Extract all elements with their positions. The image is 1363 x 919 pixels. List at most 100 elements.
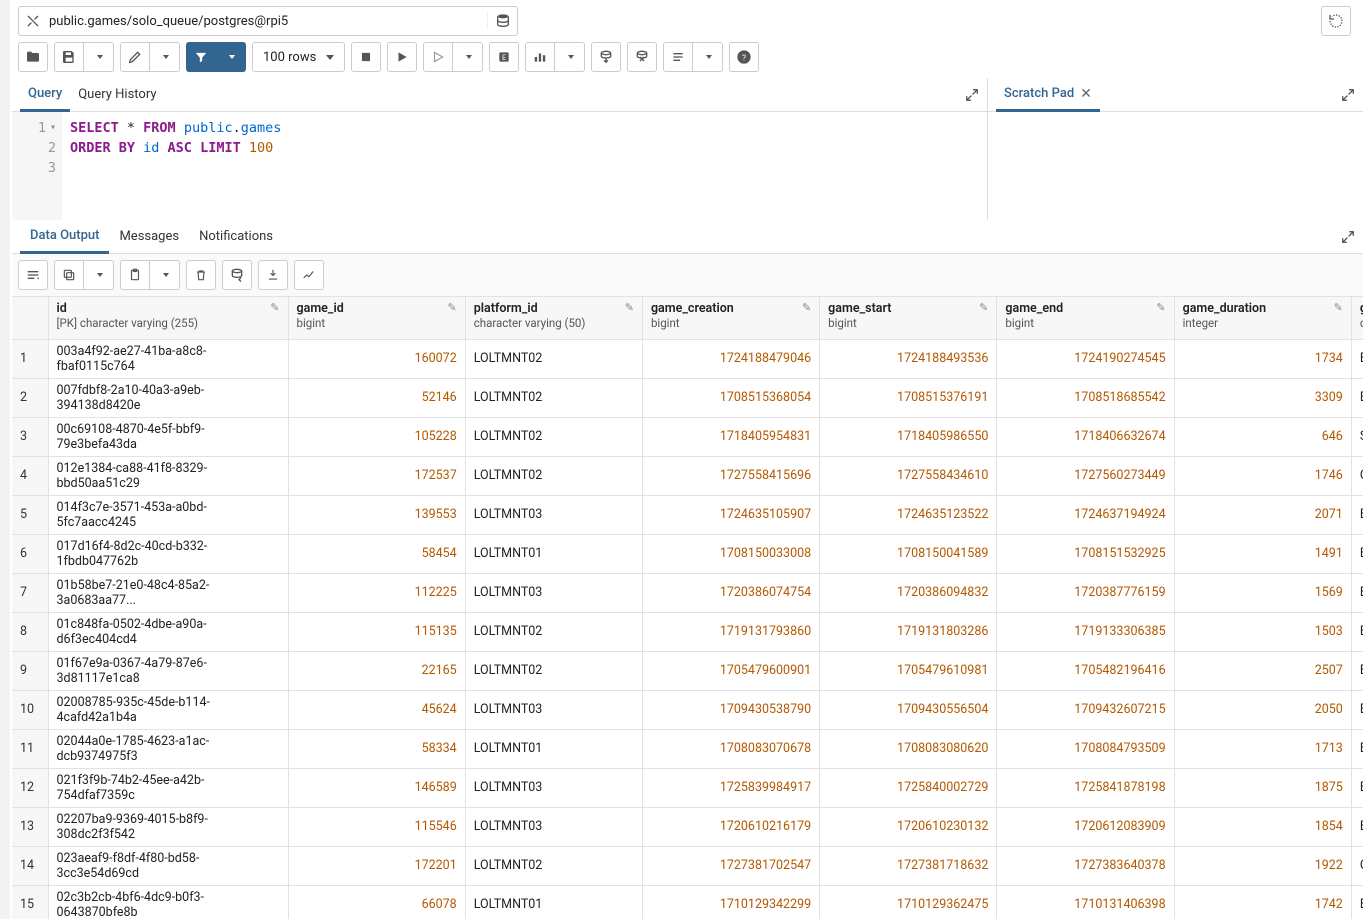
cell[interactable]: LOLTMNT01	[465, 729, 642, 768]
cell[interactable]: 58334	[288, 729, 465, 768]
row-number-cell[interactable]: 15	[12, 885, 48, 919]
cell[interactable]: 115135	[288, 612, 465, 651]
edit-column-icon[interactable]: ✎	[802, 301, 811, 314]
cell[interactable]: 1718405986550	[820, 417, 997, 456]
save-data-button[interactable]	[222, 260, 252, 290]
row-number-cell[interactable]: 12	[12, 768, 48, 807]
cell[interactable]: 172201	[288, 846, 465, 885]
cell[interactable]: 1727381702547	[642, 846, 819, 885]
cell[interactable]: 172537	[288, 456, 465, 495]
sql-editor[interactable]: 1▾ 2 3 SELECT * FROM public.games ORDER …	[12, 112, 987, 220]
row-number-cell[interactable]: 14	[12, 846, 48, 885]
cell[interactable]: LOLTMNT03	[465, 807, 642, 846]
cell[interactable]: 646	[1174, 417, 1351, 456]
column-header-game_creation[interactable]: game_creationbigint✎	[642, 297, 819, 339]
explain-analyze-button[interactable]	[525, 42, 555, 72]
edit-column-icon[interactable]: ✎	[448, 301, 457, 314]
column-header-id[interactable]: id[PK] character varying (255)✎	[48, 297, 288, 339]
cell[interactable]: 1727558434610	[820, 456, 997, 495]
execute-cursor-button[interactable]	[423, 42, 453, 72]
cell[interactable]: 1503	[1174, 612, 1351, 651]
table-row[interactable]: 14023aeaf9-f8df-4f80-bd58-3cc3e54d69cd17…	[12, 846, 1363, 885]
delete-row-button[interactable]	[186, 260, 216, 290]
table-row[interactable]: 1502c3b2cb-4bf6-4dc9-b0f3-0643870bfe8b66…	[12, 885, 1363, 919]
edit-column-icon[interactable]: ✎	[625, 301, 634, 314]
cell[interactable]: 1720612083909	[997, 807, 1174, 846]
cell[interactable]: 66078	[288, 885, 465, 919]
cell[interactable]: 160072	[288, 339, 465, 378]
row-number-cell[interactable]: 7	[12, 573, 48, 612]
cell[interactable]: ESPORTS	[1351, 729, 1363, 768]
row-number-cell[interactable]: 5	[12, 495, 48, 534]
tab-notifications[interactable]: Notifications	[189, 220, 283, 254]
explain-analyze-dropdown-button[interactable]	[555, 42, 585, 72]
cell[interactable]: 02c3b2cb-4bf6-4dc9-b0f3-0643870bfe8b	[48, 885, 288, 919]
cell[interactable]: LOLTMNT02	[465, 378, 642, 417]
cell[interactable]: 105228	[288, 417, 465, 456]
graph-button[interactable]	[294, 260, 324, 290]
tab-messages[interactable]: Messages	[109, 220, 189, 254]
cell[interactable]: LOLTMNT02	[465, 612, 642, 651]
table-row[interactable]: 1002008785-935c-45de-b114-4cafd42a1b4a45…	[12, 690, 1363, 729]
cell[interactable]: 1725839984917	[642, 768, 819, 807]
execute-dropdown-button[interactable]	[453, 42, 483, 72]
cell[interactable]: 146589	[288, 768, 465, 807]
cell[interactable]: 014f3c7e-3571-453a-a0bd-5fc7aacc4245	[48, 495, 288, 534]
close-icon[interactable]: ✕	[1080, 86, 1092, 102]
sidebar-collapsed[interactable]	[0, 0, 10, 919]
cell[interactable]: 1708151532925	[997, 534, 1174, 573]
edit-button[interactable]	[120, 42, 150, 72]
row-number-cell[interactable]: 11	[12, 729, 48, 768]
cell[interactable]: 007fdbf8-2a10-40a3-a9eb-394138d8420e	[48, 378, 288, 417]
cell[interactable]: ESPORTS	[1351, 339, 1363, 378]
edit-column-icon[interactable]: ✎	[979, 301, 988, 314]
cell[interactable]: 1727381718632	[820, 846, 997, 885]
cell[interactable]: SCRIM	[1351, 417, 1363, 456]
column-header-platform_id[interactable]: platform_idcharacter varying (50)✎	[465, 297, 642, 339]
cell[interactable]: ESPORTS	[1351, 612, 1363, 651]
cell[interactable]: 1724188479046	[642, 339, 819, 378]
cell[interactable]: 1491	[1174, 534, 1351, 573]
cell[interactable]: LOLTMNT02	[465, 846, 642, 885]
row-number-cell[interactable]: 6	[12, 534, 48, 573]
cell[interactable]: 1718406632674	[997, 417, 1174, 456]
table-row[interactable]: 6017d16f4-8d2c-40cd-b332-1fbdb047762b584…	[12, 534, 1363, 573]
cell[interactable]: 012e1384-ca88-41f8-8329-bbd50aa51c29	[48, 456, 288, 495]
filter-button[interactable]	[186, 42, 216, 72]
cell[interactable]: 1708150033008	[642, 534, 819, 573]
table-row[interactable]: 300c69108-4870-4e5f-bbf9-79e3befa43da105…	[12, 417, 1363, 456]
cell[interactable]: LOLTMNT03	[465, 768, 642, 807]
cell[interactable]: 1709430556504	[820, 690, 997, 729]
tab-query[interactable]: Query	[20, 78, 70, 112]
execute-button[interactable]	[387, 42, 417, 72]
cell[interactable]: ESPORTS	[1351, 690, 1363, 729]
cell[interactable]: ESPORTS	[1351, 885, 1363, 919]
cell[interactable]: 1708518685542	[997, 378, 1174, 417]
cell[interactable]: COMPETITIVE	[1351, 456, 1363, 495]
cell[interactable]: LOLTMNT01	[465, 534, 642, 573]
cell[interactable]: 112225	[288, 573, 465, 612]
cell[interactable]: 01f67e9a-0367-4a79-87e6-3d81117e1ca8	[48, 651, 288, 690]
cell[interactable]: 1705479610981	[820, 651, 997, 690]
cell[interactable]: 52146	[288, 378, 465, 417]
table-row[interactable]: 1302207ba9-9369-4015-b8f9-308dc2f3f54211…	[12, 807, 1363, 846]
cell[interactable]: 1922	[1174, 846, 1351, 885]
commit-button[interactable]	[591, 42, 621, 72]
cell[interactable]: COMPETITIVE	[1351, 846, 1363, 885]
cell[interactable]: 017d16f4-8d2c-40cd-b332-1fbdb047762b	[48, 534, 288, 573]
cell[interactable]: 1708083080620	[820, 729, 997, 768]
save-dropdown-button[interactable]	[84, 42, 114, 72]
cell[interactable]: ESPORTS	[1351, 573, 1363, 612]
row-number-cell[interactable]: 10	[12, 690, 48, 729]
table-row[interactable]: 4012e1384-ca88-41f8-8329-bbd50aa51c29172…	[12, 456, 1363, 495]
cell[interactable]: LOLTMNT03	[465, 495, 642, 534]
table-row[interactable]: 12021f3f9b-74b2-45ee-a42b-754dfaf7359c14…	[12, 768, 1363, 807]
cell[interactable]: 45624	[288, 690, 465, 729]
row-number-cell[interactable]: 8	[12, 612, 48, 651]
cell[interactable]: 1724635123522	[820, 495, 997, 534]
cell[interactable]: 1710129342299	[642, 885, 819, 919]
cell[interactable]: LOLTMNT03	[465, 573, 642, 612]
open-file-button[interactable]	[18, 42, 48, 72]
download-button[interactable]	[258, 260, 288, 290]
cell[interactable]: 1708083070678	[642, 729, 819, 768]
